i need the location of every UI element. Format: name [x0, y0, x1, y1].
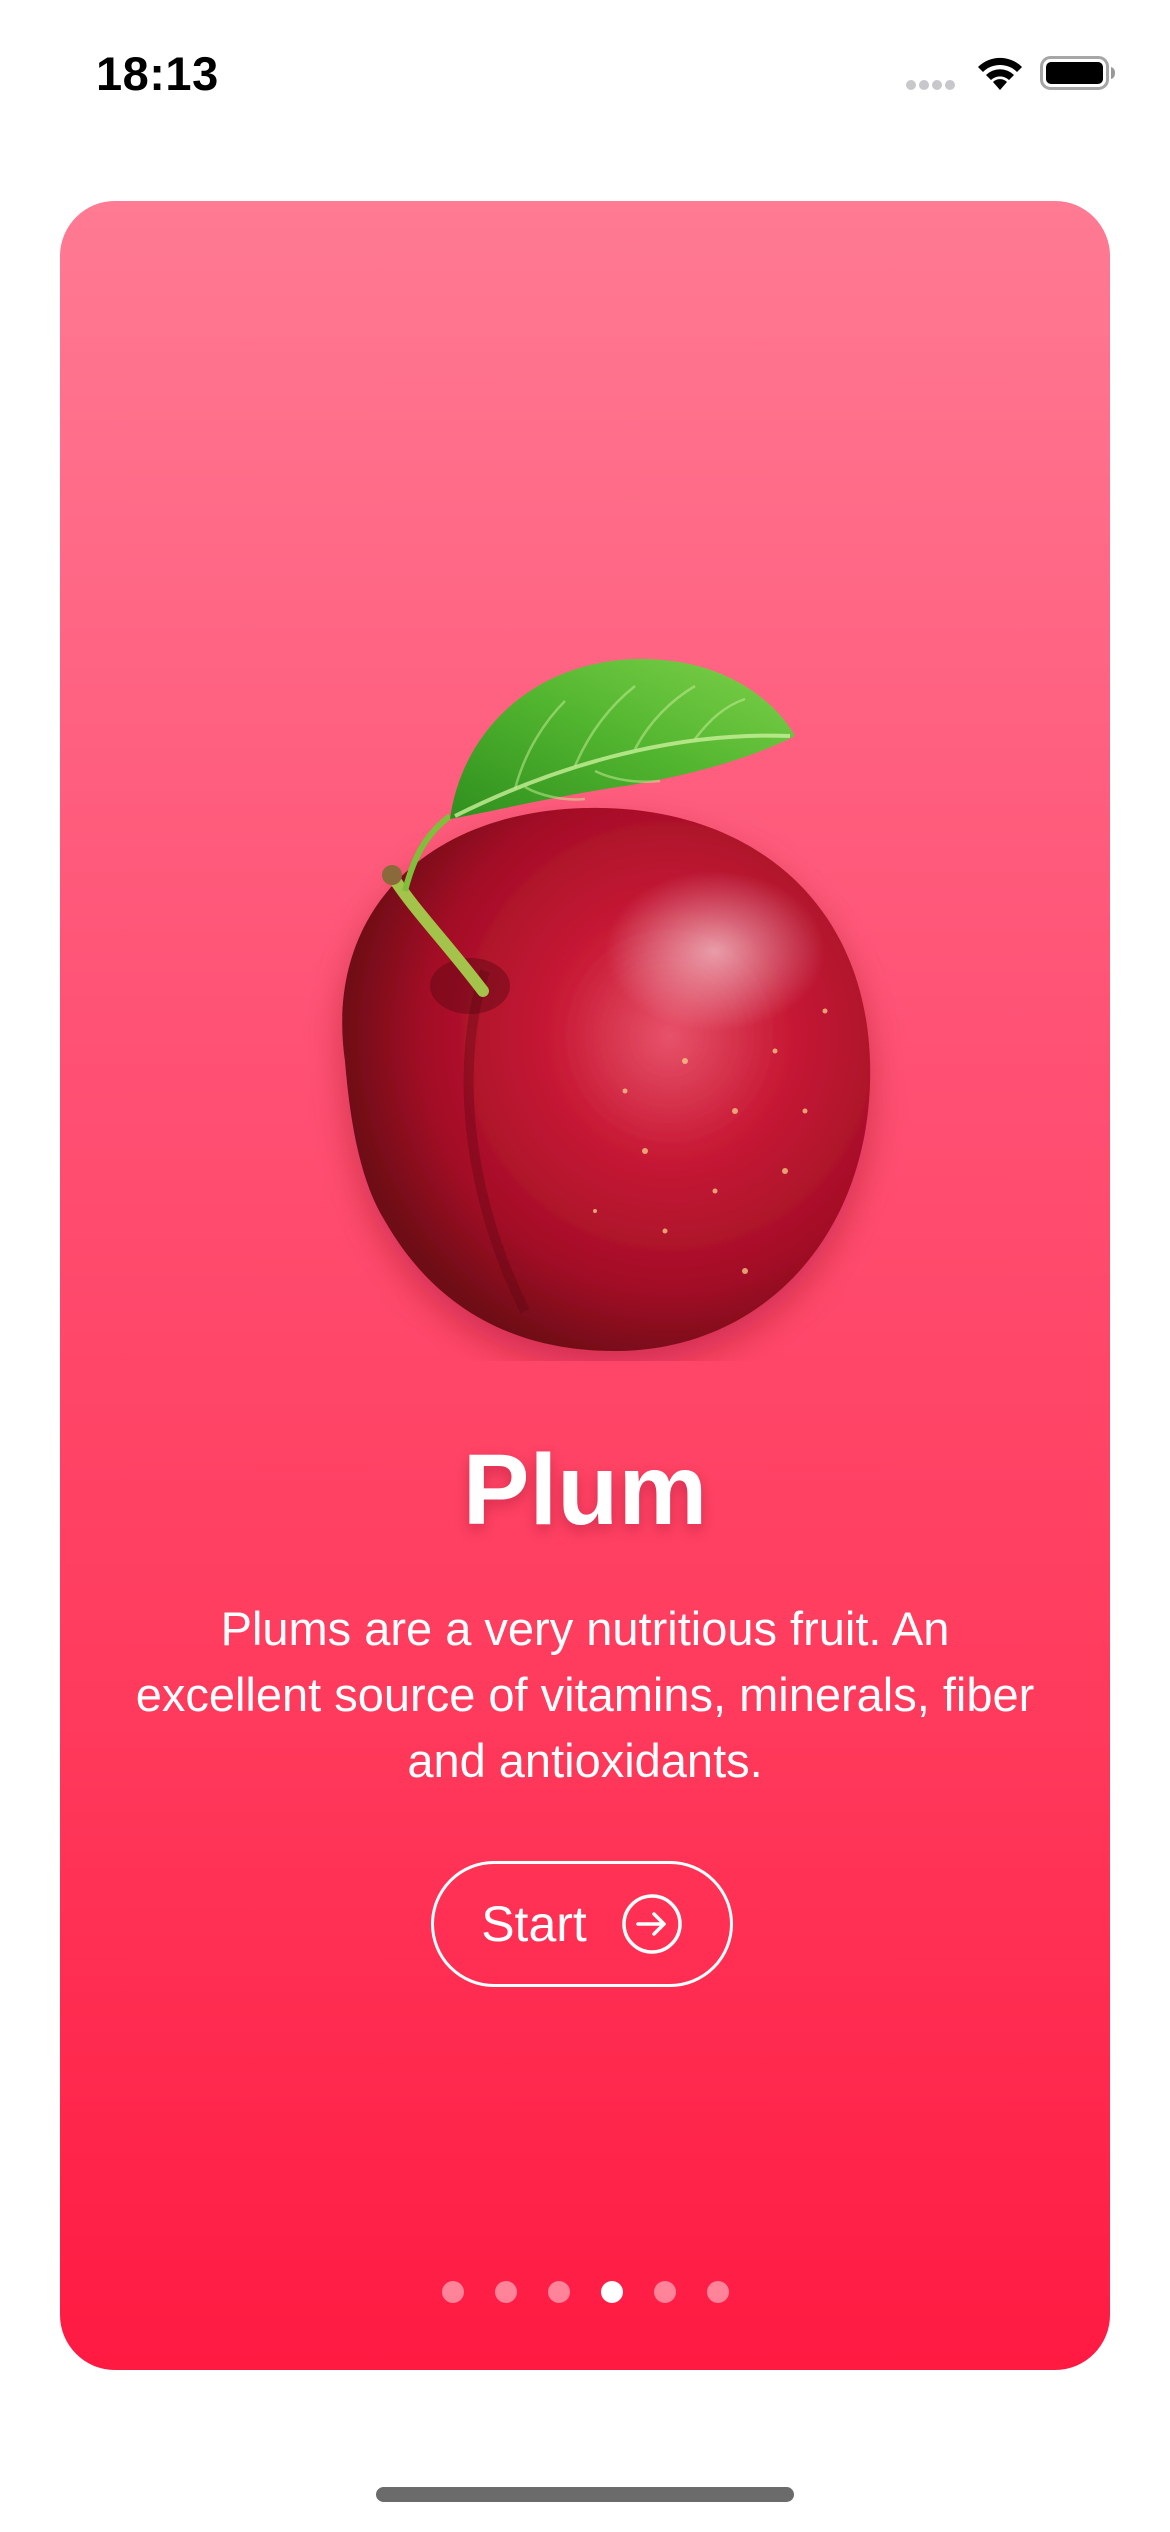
fruit-description: Plums are a very nutritious fruit. An ex… — [135, 1602, 1035, 1787]
start-button-label: Start — [481, 1896, 587, 1952]
status-time: 18:13 — [96, 47, 219, 100]
page-dot[interactable] — [653, 2281, 676, 2303]
page-dot[interactable] — [441, 2281, 464, 2303]
onboarding-screen: 18:13 Plum Plums are a very nutritious f… — [0, 0, 1170, 2532]
arrow-right-circle-icon — [622, 1894, 682, 1954]
start-button[interactable]: Start — [431, 1861, 733, 1987]
page-dot[interactable] — [706, 2281, 729, 2303]
status-bar: 18:13 — [0, 0, 1170, 150]
fruit-title: Plum — [462, 1434, 708, 1546]
page-indicator — [60, 2281, 1110, 2303]
battery-icon — [1040, 56, 1115, 90]
page-dot[interactable] — [494, 2281, 517, 2303]
cellular-signal-icon — [906, 80, 955, 90]
home-indicator[interactable] — [376, 2487, 794, 2502]
page-dot[interactable] — [547, 2281, 570, 2303]
fruit-card: Plum Plums are a very nutritious fruit. … — [60, 201, 1110, 2370]
page-dot-active[interactable] — [600, 2281, 623, 2303]
wifi-icon — [978, 57, 1022, 90]
plum-fruit-image — [342, 658, 871, 1351]
